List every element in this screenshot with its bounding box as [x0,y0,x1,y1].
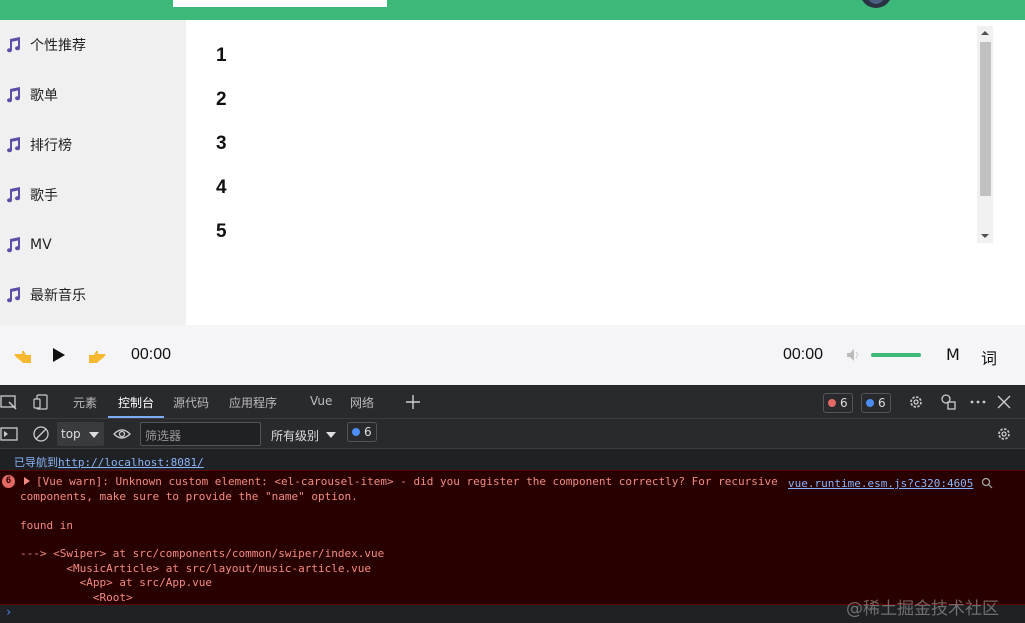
error-count: 6 [840,396,848,410]
music-note-icon [7,187,21,203]
search-icon[interactable] [981,477,993,489]
devtools-tabbar: 元素 控制台 源代码 应用程序 Vue 网络 6 6 [0,385,1025,419]
error-line: components, make sure to provide the "na… [20,490,358,503]
carousel-item: 1 [216,45,227,66]
console-prompt[interactable]: › [5,605,12,619]
clear-console-icon[interactable] [32,425,50,443]
avatar[interactable] [860,0,892,8]
nav-url-link[interactable]: http://localhost:8081/ [58,456,204,469]
close-icon[interactable] [995,393,1013,411]
player-bar: 00:00 00:00 M 词 [0,325,1025,385]
music-note-icon [7,37,21,53]
add-tab-icon[interactable] [404,393,422,411]
music-note-icon [7,137,21,153]
sidebar-item-label: 个性推荐 [30,38,86,54]
message-icon [352,428,360,436]
scroll-up-icon[interactable] [981,31,989,35]
more-options-icon[interactable] [969,393,987,411]
issues-badge[interactable]: 6 [347,422,377,442]
context-select[interactable]: top [57,422,104,446]
error-repeat-count: 6 [2,475,15,488]
devtools-panel: 元素 控制台 源代码 应用程序 Vue 网络 6 6 top 筛选器 所有级别 … [0,385,1025,623]
sidebar: 个性推荐 歌单 排行榜 歌手 MV 最新音乐 [0,20,186,325]
play-mode-button[interactable]: M [946,345,960,364]
sidebar-item-label: MV [30,237,52,253]
sidebar-item-label: 歌单 [30,88,58,104]
error-message[interactable]: 6 [Vue warn]: Unknown custom element: <e… [0,470,1025,605]
sidebar-item-label: 最新音乐 [30,288,86,304]
watermark: @稀土掘金技术社区 [846,599,999,619]
main-content: 1 2 3 4 5 [186,20,1025,325]
sidebar-item-charts[interactable]: 排行榜 [0,130,186,160]
error-icon [828,399,836,407]
message-count: 6 [878,396,886,410]
active-tab-indicator [108,416,164,418]
remote-devices-icon[interactable] [939,393,957,411]
volume-slider[interactable] [871,353,921,357]
error-count-badge[interactable]: 6 [823,393,853,413]
carousel-item: 2 [216,89,227,110]
sidebar-item-mv[interactable]: MV [0,230,186,260]
settings-gear-icon[interactable] [907,393,925,411]
error-line: <MusicArticle> at src/layout/music-artic… [20,562,371,575]
carousel-item: 5 [216,221,227,242]
message-count-badge[interactable]: 6 [861,393,891,413]
scrollbar-thumb[interactable] [980,42,991,196]
sidebar-toggle-icon[interactable] [0,425,18,443]
source-link[interactable]: vue.runtime.esm.js?c320:4605 [788,477,973,490]
tab-console[interactable]: 控制台 [118,394,154,411]
music-note-icon [7,87,21,103]
app-header [0,0,1025,20]
error-line: [Vue warn]: Unknown custom element: <el-… [36,475,778,488]
console-toolbar: top 筛选器 所有级别 6 [0,419,1025,449]
sidebar-item-label: 歌手 [30,188,58,204]
issues-count: 6 [364,425,372,439]
music-note-icon [7,237,21,253]
carousel-item: 4 [216,177,227,198]
volume-icon[interactable] [846,348,860,362]
next-hand-icon[interactable] [87,347,107,365]
search-input[interactable] [173,0,387,7]
music-note-icon [7,287,21,303]
sidebar-item-artists[interactable]: 歌手 [0,180,186,210]
tab-sources[interactable]: 源代码 [173,394,209,411]
lyrics-button[interactable]: 词 [981,345,997,369]
tab-network[interactable]: 网络 [350,394,374,411]
navigation-message: 已导航到http://localhost:8081/ [0,449,1025,469]
live-expression-eye-icon[interactable] [113,425,131,443]
log-levels-dropdown[interactable]: 所有级别 [271,427,319,444]
error-line: found in [20,519,73,532]
error-line: ---> <Swiper> at src/components/common/s… [20,547,385,560]
message-icon [866,399,874,407]
tab-vue[interactable]: Vue [310,394,332,408]
carousel-item: 3 [216,133,227,154]
expand-triangle-icon[interactable] [24,477,30,485]
total-time: 00:00 [783,346,824,363]
sidebar-item-playlists[interactable]: 歌单 [0,80,186,110]
error-line: <Root> [20,591,133,604]
sidebar-item-new-music[interactable]: 最新音乐 [0,280,186,310]
sidebar-item-recommend[interactable]: 个性推荐 [0,30,186,60]
current-time: 00:00 [131,346,172,363]
play-icon[interactable] [52,347,66,363]
sidebar-item-label: 排行榜 [30,138,72,154]
chevron-down-icon [326,432,336,438]
device-toolbar-icon[interactable] [32,393,50,411]
tab-elements[interactable]: 元素 [73,394,97,411]
error-line: <App> at src/App.vue [20,576,213,589]
nav-label: 已导航到 [14,456,58,469]
tab-application[interactable]: 应用程序 [229,394,277,411]
vertical-scrollbar[interactable] [977,26,993,243]
scroll-down-icon[interactable] [981,234,989,238]
console-settings-gear-icon[interactable] [995,425,1013,443]
inspect-element-icon[interactable] [0,393,18,411]
filter-input[interactable]: 筛选器 [140,422,261,446]
previous-hand-icon[interactable] [13,347,33,365]
